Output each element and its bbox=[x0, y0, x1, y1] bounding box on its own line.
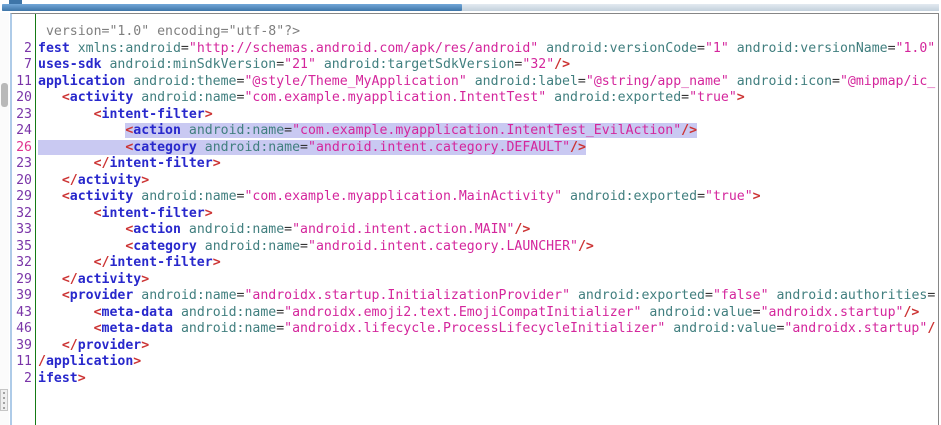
code-text: uses-sdk android:minSdkVersion="21" andr… bbox=[36, 57, 570, 74]
horizontal-scrollbar-thumb[interactable] bbox=[2, 4, 462, 11]
line-number: 29 bbox=[12, 272, 35, 289]
horizontal-scrollbar[interactable] bbox=[2, 4, 939, 11]
code-text: <activity android:name="com.example.myap… bbox=[36, 90, 745, 107]
line-number: 23 bbox=[12, 156, 35, 173]
code-line[interactable]: 35 <category android:name="android.inten… bbox=[12, 239, 938, 256]
code-text: <meta-data android:name="androidx.lifecy… bbox=[36, 321, 935, 338]
line-number: 29 bbox=[12, 189, 35, 206]
line-number: 33 bbox=[12, 222, 35, 239]
code-line[interactable]: 11application android:theme="@style/Them… bbox=[12, 74, 938, 91]
code-lines: version="1.0" encoding="utf-8"?>2fest xm… bbox=[12, 24, 938, 387]
line-number: 35 bbox=[12, 239, 35, 256]
code-text: <intent-filter> bbox=[36, 206, 213, 223]
line-number: 32 bbox=[12, 255, 35, 272]
vertical-scrollbar[interactable] bbox=[0, 13, 9, 425]
resize-grip[interactable] bbox=[0, 389, 8, 411]
code-text: fest xmlns:android="http://schemas.andro… bbox=[36, 41, 935, 58]
code-text: </provider> bbox=[36, 338, 149, 355]
line-number: 20 bbox=[12, 173, 35, 190]
code-text: </activity> bbox=[36, 272, 149, 289]
line-number: 24 bbox=[12, 123, 35, 140]
code-text: <action android:name="com.example.myappl… bbox=[36, 123, 697, 140]
line-number: 11 bbox=[12, 74, 35, 91]
line-number: 26 bbox=[12, 140, 35, 157]
code-text: <meta-data android:name="androidx.emoji2… bbox=[36, 305, 919, 322]
code-line[interactable]: 11/application> bbox=[12, 354, 938, 371]
code-text: </intent-filter> bbox=[36, 255, 221, 272]
code-text: <category android:name="android.intent.c… bbox=[36, 239, 594, 256]
code-line[interactable]: 23 </intent-filter> bbox=[12, 156, 938, 173]
line-number: 2 bbox=[12, 41, 35, 58]
code-line[interactable]: 33 <action android:name="android.intent.… bbox=[12, 222, 938, 239]
code-line[interactable]: version="1.0" encoding="utf-8"?> bbox=[12, 24, 938, 41]
code-line[interactable]: 46 <meta-data android:name="androidx.lif… bbox=[12, 321, 938, 338]
line-number: 32 bbox=[12, 206, 35, 223]
code-line[interactable]: 39 </provider> bbox=[12, 338, 938, 355]
line-number: 11 bbox=[12, 354, 35, 371]
text-selection: <category android:name="android.intent.c… bbox=[38, 140, 586, 155]
code-line[interactable]: 23 <intent-filter> bbox=[12, 107, 938, 124]
vertical-scrollbar-thumb[interactable] bbox=[1, 83, 8, 107]
code-text: </activity> bbox=[36, 173, 149, 190]
line-number: 2 bbox=[12, 371, 35, 388]
line-number: 20 bbox=[12, 90, 35, 107]
line-number bbox=[12, 24, 35, 41]
xml-code-editor[interactable]: version="1.0" encoding="utf-8"?>2fest xm… bbox=[10, 13, 939, 425]
line-number: 46 bbox=[12, 321, 35, 338]
code-text: <intent-filter> bbox=[36, 107, 213, 124]
text-selection: <action android:name="com.example.myappl… bbox=[125, 123, 697, 138]
code-text: application android:theme="@style/Theme_… bbox=[36, 74, 935, 91]
code-line[interactable]: 24 <action android:name="com.example.mya… bbox=[12, 123, 938, 140]
code-line[interactable]: 39 <provider android:name="androidx.star… bbox=[12, 288, 938, 305]
code-line[interactable]: 2ifest> bbox=[12, 371, 938, 388]
code-line[interactable]: 29 </activity> bbox=[12, 272, 938, 289]
code-line[interactable]: 20 <activity android:name="com.example.m… bbox=[12, 90, 938, 107]
code-text: version="1.0" encoding="utf-8"?> bbox=[36, 24, 300, 41]
code-line[interactable]: 32 <intent-filter> bbox=[12, 206, 938, 223]
code-line[interactable]: 7uses-sdk android:minSdkVersion="21" and… bbox=[12, 57, 938, 74]
code-line[interactable]: 20 </activity> bbox=[12, 173, 938, 190]
code-text: <category android:name="android.intent.c… bbox=[36, 140, 586, 157]
code-text: </intent-filter> bbox=[36, 156, 221, 173]
code-line[interactable]: 32 </intent-filter> bbox=[12, 255, 938, 272]
code-line[interactable]: 29 <activity android:name="com.example.m… bbox=[12, 189, 938, 206]
code-text: <activity android:name="com.example.myap… bbox=[36, 189, 761, 206]
code-text: <action android:name="android.intent.act… bbox=[36, 222, 530, 239]
line-number: 43 bbox=[12, 305, 35, 322]
code-line[interactable]: 2fest xmlns:android="http://schemas.andr… bbox=[12, 41, 938, 58]
code-line[interactable]: 26 <category android:name="android.inten… bbox=[12, 140, 938, 157]
line-number: 7 bbox=[12, 57, 35, 74]
code-text: /application> bbox=[36, 354, 141, 371]
code-text: ifest> bbox=[36, 371, 86, 388]
line-number: 23 bbox=[12, 107, 35, 124]
line-number: 39 bbox=[12, 288, 35, 305]
line-number: 39 bbox=[12, 338, 35, 355]
code-text: <provider android:name="androidx.startup… bbox=[36, 288, 935, 305]
code-line[interactable]: 43 <meta-data android:name="androidx.emo… bbox=[12, 305, 938, 322]
